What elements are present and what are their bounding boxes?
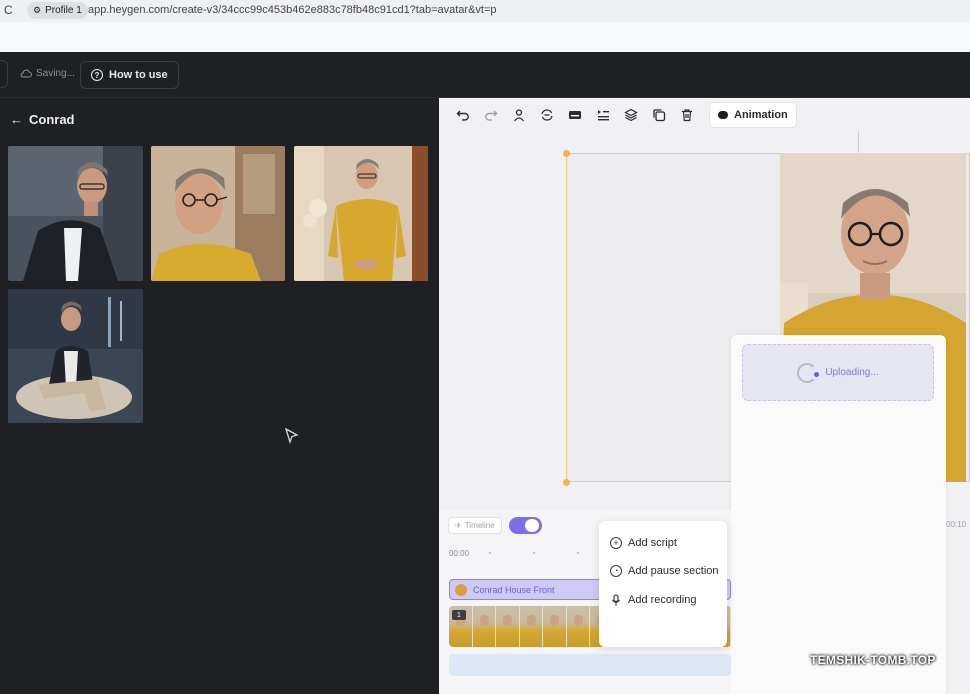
animation-label: Animation	[734, 109, 788, 121]
video-frame	[566, 606, 590, 647]
mouse-pointer-icon	[285, 428, 299, 444]
saving-status: Saving...	[20, 68, 75, 79]
microphone-icon	[612, 594, 620, 606]
timeline-icon: ✈	[455, 521, 462, 530]
animation-button[interactable]: Animation	[710, 103, 796, 127]
align-icon[interactable]	[590, 103, 616, 127]
timeline-label: Timeline	[464, 521, 495, 530]
back-header[interactable]: ← Conrad	[10, 112, 75, 127]
editor-toolbar: Animation	[450, 102, 796, 128]
avatar-image	[294, 146, 428, 281]
url-field[interactable]: app.heygen.com/create-v3/34ccc99c453b462…	[88, 4, 497, 16]
timeline-tick	[489, 552, 491, 554]
upload-status: Uploading...	[825, 367, 879, 378]
video-frame	[472, 606, 496, 647]
avatar-group-title: Conrad	[29, 112, 75, 127]
video-frame	[543, 606, 567, 647]
menu-item-add-script[interactable]: + Add script	[610, 534, 677, 552]
timeline-end-time: 00:10	[946, 520, 967, 529]
audio-track[interactable]	[449, 654, 731, 676]
delete-icon[interactable]	[674, 103, 700, 127]
how-to-use-button[interactable]: ? How to use	[80, 61, 179, 89]
browser-strip	[0, 22, 970, 52]
layers-icon[interactable]	[618, 103, 644, 127]
avatar-look-thumbnail-1[interactable]	[8, 146, 143, 281]
avatar-image	[151, 146, 285, 281]
reload-icon[interactable]: C	[4, 3, 13, 17]
avatar-look-thumbnail-3[interactable]	[294, 146, 428, 281]
timeline-tick	[533, 552, 535, 554]
avatar-icon[interactable]	[506, 103, 532, 127]
menu-item-add-pause-section[interactable]: ◔ Add pause section	[610, 562, 719, 580]
timeline-tick	[577, 552, 579, 554]
resize-handle-top-left[interactable]	[563, 150, 570, 157]
menu-item-label: Add pause section	[628, 565, 719, 577]
undo-icon[interactable]	[450, 103, 476, 127]
script-track-label: Conrad House Front	[473, 584, 555, 595]
saving-label: Saving...	[36, 68, 75, 79]
video-frame	[496, 606, 520, 647]
site-settings-icon: ⚙	[33, 5, 42, 15]
menu-item-label: Add recording	[628, 594, 697, 606]
duplicate-icon[interactable]	[646, 103, 672, 127]
timeline-button[interactable]: ✈ Timeline	[448, 517, 502, 534]
menu-item-add-recording[interactable]: Add recording	[610, 591, 697, 609]
animation-icon	[718, 111, 728, 119]
help-icon: ?	[91, 69, 103, 81]
loading-spinner-icon	[797, 362, 820, 383]
guide-line	[858, 131, 859, 153]
video-frame	[519, 606, 543, 647]
upload-dropzone[interactable]: Uploading...	[742, 344, 934, 401]
menu-item-label: Add script	[628, 537, 677, 549]
toggle-knob	[525, 519, 539, 532]
timeline-start-time: 00:00	[449, 549, 470, 558]
track-index-badge: 1	[452, 610, 466, 620]
avatar-image	[8, 289, 143, 423]
replace-icon[interactable]	[534, 103, 560, 127]
topbar-button-edge[interactable]	[0, 60, 8, 88]
caption-icon[interactable]	[562, 103, 588, 127]
arrow-left-icon[interactable]: ←	[10, 112, 23, 127]
track-avatar	[455, 583, 467, 596]
redo-icon[interactable]	[478, 103, 504, 127]
profile-chip[interactable]: ⚙ Profile 1	[27, 2, 88, 19]
avatar-look-thumbnail-2[interactable]	[151, 146, 285, 281]
resize-handle-bottom-left[interactable]	[563, 479, 570, 486]
cloud-icon	[20, 69, 32, 77]
avatar-image	[8, 146, 143, 281]
avatar-look-thumbnail-4[interactable]	[8, 289, 143, 423]
how-to-use-label: How to use	[109, 69, 168, 81]
profile-label: Profile 1	[45, 5, 82, 16]
clock-icon: ◔	[610, 565, 622, 577]
plus-circle-icon: +	[610, 537, 622, 549]
site-watermark: TEMSHIK-TOMB.TOP	[810, 653, 936, 667]
